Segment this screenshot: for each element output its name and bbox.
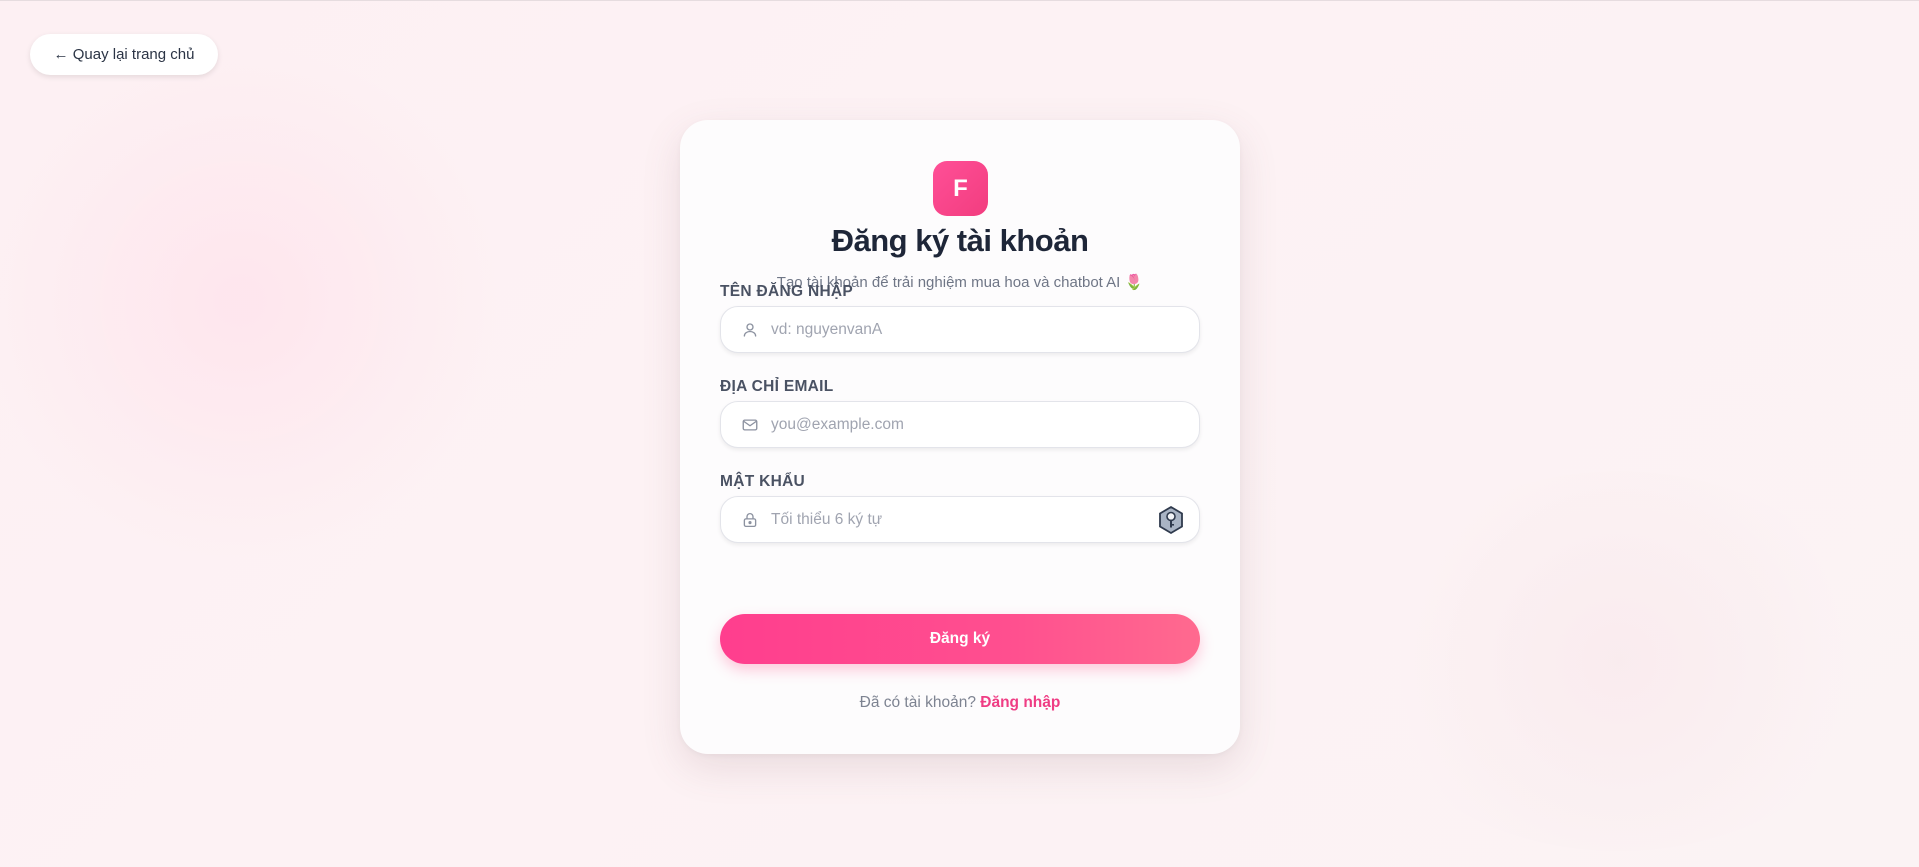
username-input[interactable] bbox=[771, 307, 1199, 352]
brand-logo: F bbox=[933, 161, 988, 216]
mail-icon bbox=[739, 414, 761, 436]
email-input[interactable] bbox=[771, 402, 1199, 447]
password-label: MẬT KHẨU bbox=[720, 473, 806, 490]
username-label: TÊN ĐĂNG NHẬP bbox=[720, 283, 854, 300]
email-label: ĐỊA CHỈ EMAIL bbox=[720, 378, 834, 395]
back-to-home-button[interactable]: ← Quay lại trang chủ bbox=[30, 34, 218, 75]
background-glow-left bbox=[0, 41, 500, 561]
username-field-box bbox=[720, 306, 1200, 353]
password-field-box bbox=[720, 496, 1200, 543]
password-input[interactable] bbox=[771, 497, 1155, 542]
login-prompt: Đã có tài khoản? Đăng nhập bbox=[680, 694, 1240, 712]
lock-icon bbox=[739, 509, 761, 531]
user-icon bbox=[739, 319, 761, 341]
login-prompt-text: Đã có tài khoản? bbox=[859, 694, 976, 711]
login-link[interactable]: Đăng nhập bbox=[980, 694, 1060, 711]
logo-letter: F bbox=[953, 174, 968, 202]
page-title: Đăng ký tài khoản bbox=[831, 223, 1089, 258]
register-card: F Đăng ký tài khoản Tạo tài khoản để trả… bbox=[680, 120, 1240, 754]
background-glow-right bbox=[1359, 471, 1879, 851]
password-manager-key-icon[interactable] bbox=[1155, 504, 1187, 536]
email-field-box bbox=[720, 401, 1200, 448]
register-submit-button[interactable]: Đăng ký bbox=[720, 614, 1200, 664]
